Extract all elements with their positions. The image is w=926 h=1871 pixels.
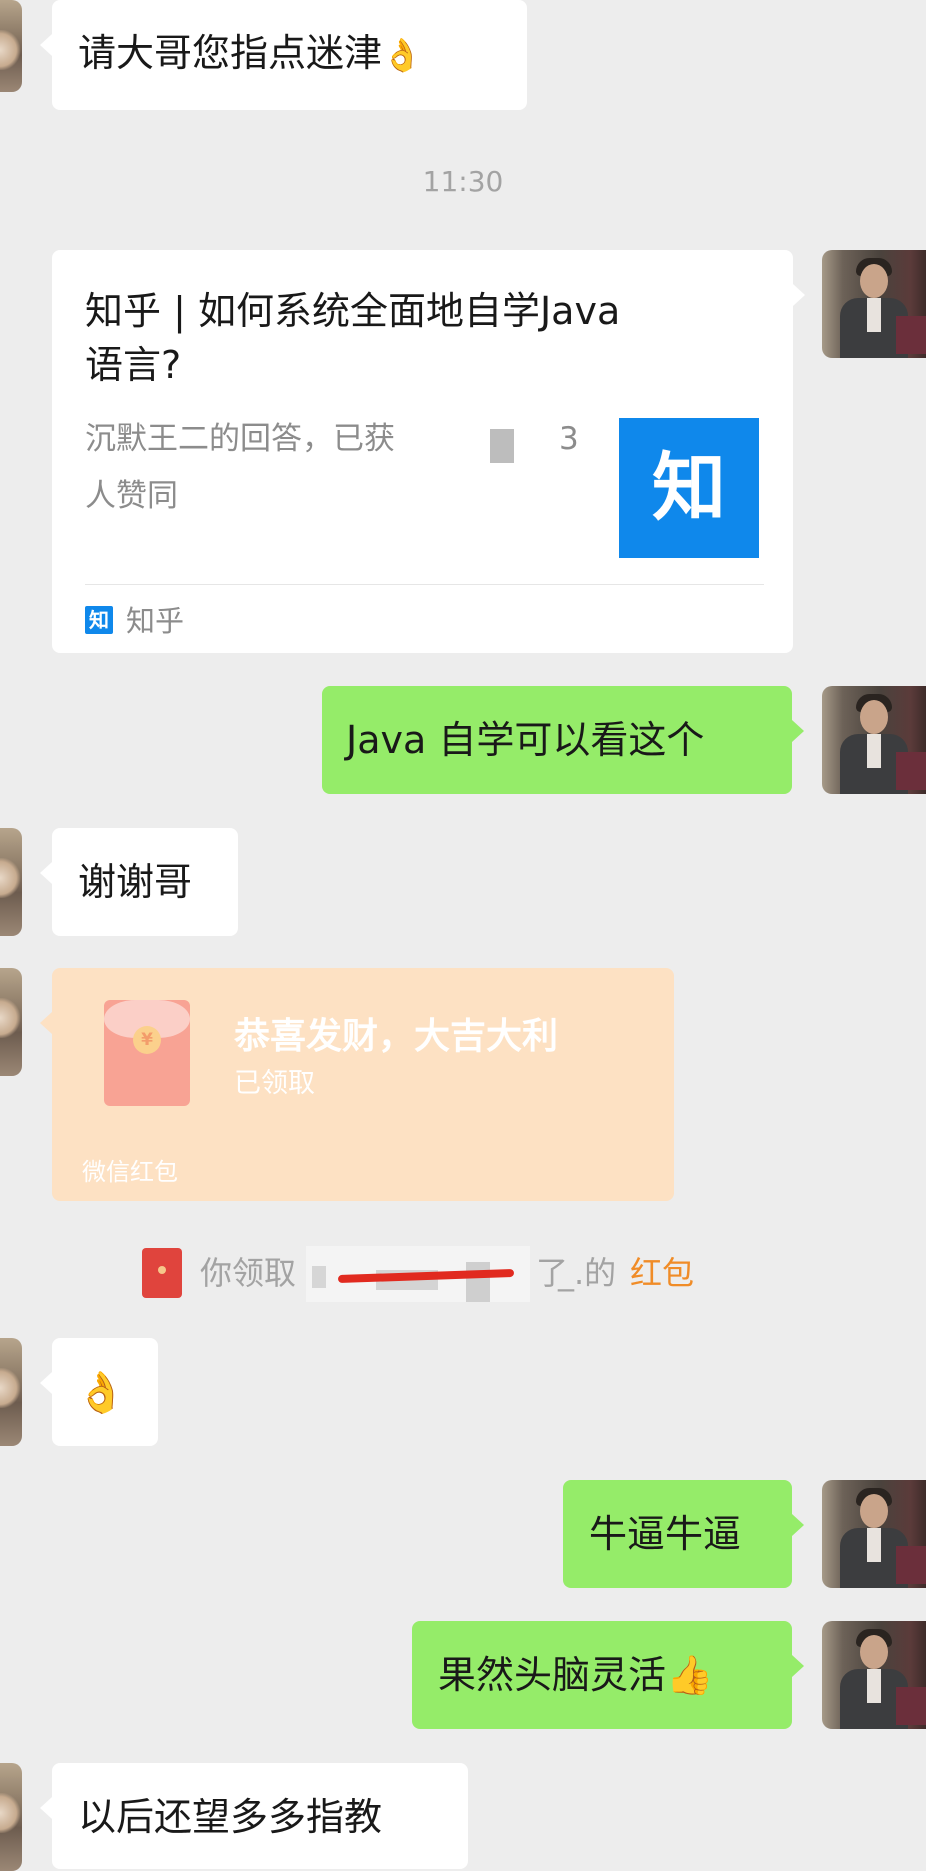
bubble-tail	[792, 720, 804, 742]
contact-avatar[interactable]	[0, 1338, 22, 1446]
card-description-partial: 3	[559, 421, 579, 457]
message-text: 谢谢哥	[78, 860, 193, 904]
message-bubble[interactable]: 牛逼牛逼	[563, 1480, 792, 1588]
card-divider	[85, 584, 764, 585]
ok-hand-emoji: 👌	[382, 36, 422, 74]
message-text: Java 自学可以看这个	[346, 718, 705, 762]
message-bubble[interactable]: 果然头脑灵活👍	[412, 1621, 792, 1729]
red-packet-brand: 微信红包	[82, 1158, 178, 1186]
contact-avatar[interactable]	[0, 0, 22, 92]
red-packet-wish: 恭喜发财，大吉大利	[234, 1016, 559, 1057]
bubble-tail	[792, 1514, 804, 1536]
timestamp: 11:30	[422, 165, 504, 198]
my-avatar[interactable]	[822, 1621, 926, 1729]
message-bubble[interactable]: 👌	[52, 1338, 158, 1446]
contact-avatar[interactable]	[0, 968, 22, 1076]
message-text: 果然头脑灵活	[438, 1653, 667, 1697]
bubble-tail	[793, 284, 805, 306]
ok-hand-emoji: 👌	[76, 1370, 126, 1416]
coin-icon: ¥	[133, 1026, 161, 1054]
red-envelope-icon	[142, 1248, 182, 1298]
message-text: 请大哥您指点迷津	[78, 31, 383, 75]
red-packet-status: 已领取	[234, 1068, 315, 1099]
red-envelope-icon: ¥	[104, 1000, 190, 1106]
notice-prefix: 你领取	[200, 1254, 297, 1292]
bubble-tail	[40, 1012, 52, 1034]
message-bubble[interactable]: Java 自学可以看这个	[322, 686, 792, 794]
card-title-line-2: 语言?	[85, 343, 182, 387]
card-description-line-2: 人赞同	[85, 478, 178, 514]
message-bubble[interactable]: 以后还望多多指教	[52, 1763, 468, 1869]
my-avatar[interactable]	[822, 1480, 926, 1588]
bubble-tail	[792, 1655, 804, 1677]
contact-avatar[interactable]	[0, 1763, 22, 1871]
red-packet-card[interactable]: ¥ 恭喜发财，大吉大利 已领取 微信红包	[52, 968, 674, 1201]
red-packet-link[interactable]: 红包	[630, 1253, 694, 1293]
bubble-tail	[40, 34, 52, 56]
message-bubble[interactable]: 请大哥您指点迷津👌	[52, 0, 527, 110]
my-avatar[interactable]	[822, 686, 926, 794]
card-source-name: 知乎	[126, 604, 185, 638]
thumbs-up-emoji: 👍	[666, 1653, 714, 1697]
message-text: 牛逼牛逼	[589, 1512, 742, 1556]
card-title-line-1: 知乎 | 如何系统全面地自学Java	[85, 289, 621, 333]
bubble-tail	[40, 1797, 52, 1819]
bubble-tail	[40, 862, 52, 884]
bubble-tail	[40, 1372, 52, 1394]
message-bubble[interactable]: 谢谢哥	[52, 828, 238, 936]
redacted-area	[448, 415, 544, 463]
link-card[interactable]: 知乎 | 如何系统全面地自学Java 语言? 沉默王二的回答，已获 3 人赞同 …	[52, 250, 793, 653]
contact-avatar[interactable]	[0, 828, 22, 936]
zhihu-thumbnail-icon: 知	[619, 418, 759, 558]
notice-suffix: _.的	[558, 1254, 617, 1292]
my-avatar[interactable]	[822, 250, 926, 358]
zhihu-source-icon: 知	[85, 606, 113, 634]
message-text: 以后还望多多指教	[78, 1795, 383, 1839]
